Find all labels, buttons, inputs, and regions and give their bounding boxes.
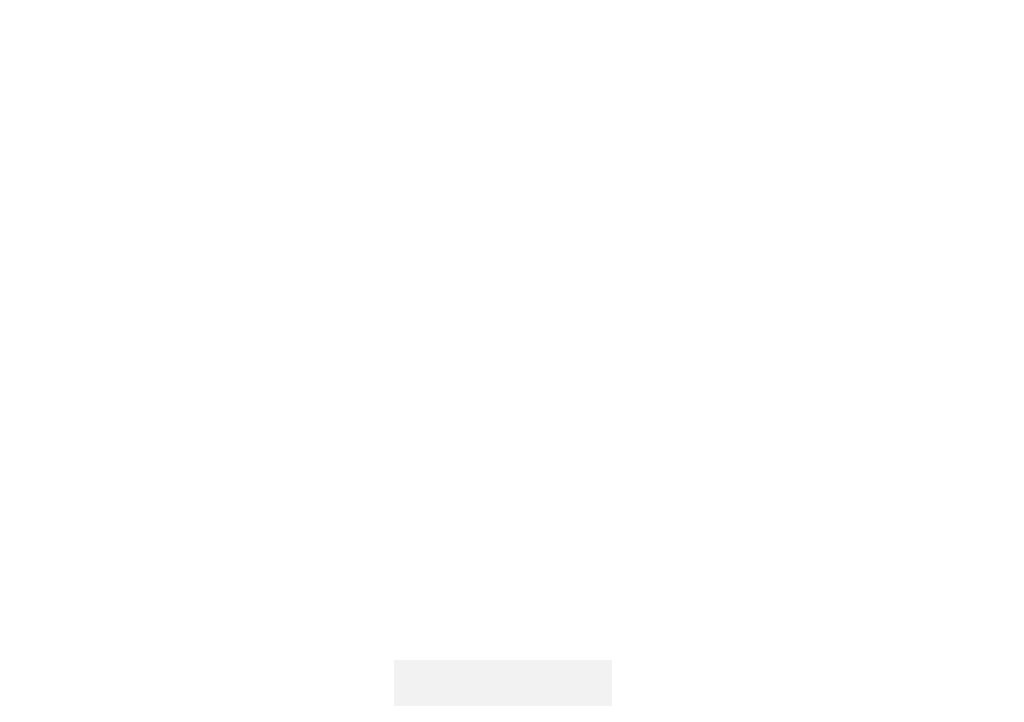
source-caption xyxy=(394,660,612,706)
word-cloud xyxy=(0,0,1024,650)
